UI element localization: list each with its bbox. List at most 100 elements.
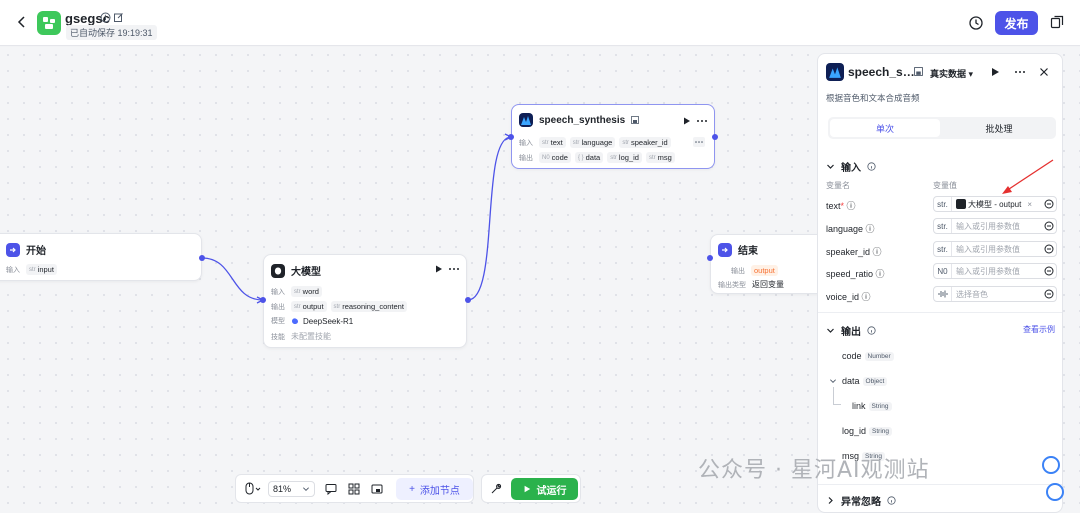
close-icon[interactable]: [1039, 67, 1049, 77]
input-section-header[interactable]: 输入: [826, 159, 876, 174]
divider: [818, 484, 1062, 485]
llm-input-handle[interactable]: [260, 297, 266, 303]
speed-ratio-field[interactable]: N0 输入或引用参数值: [933, 263, 1057, 279]
node-detail-panel: speech_s… 真实数据 ▾ 根据音色和文本合成音频 单次 批处理 输入 变…: [817, 53, 1063, 513]
speech-icon: [519, 113, 533, 127]
var-chip: N0 code: [539, 152, 571, 163]
comment-icon[interactable]: [325, 483, 337, 495]
skill-status: 未配置技能: [291, 332, 331, 341]
start-output-handle[interactable]: [199, 255, 205, 261]
chevron-down-icon: [303, 487, 309, 491]
assistant-icon[interactable]: [1042, 456, 1060, 474]
speech-icon: [826, 63, 844, 81]
info-icon: [887, 496, 896, 505]
voice-id-select[interactable]: 选择音色: [933, 286, 1057, 302]
mode-select[interactable]: 真实数据 ▾: [930, 67, 973, 80]
plus-icon: +: [409, 483, 415, 495]
save-icon[interactable]: [914, 67, 923, 76]
col-value-header: 变量值: [933, 181, 957, 190]
output-item: code Number: [842, 351, 894, 361]
clear-icon[interactable]: ×: [1027, 200, 1032, 209]
reference-picker-icon[interactable]: [1042, 287, 1056, 301]
field-label-speed-ratio: speed_ratio ⓘ: [826, 269, 885, 279]
node-title: 大模型: [291, 267, 321, 278]
var-chip: str text: [539, 137, 566, 148]
end-input-handle[interactable]: [707, 255, 713, 261]
row-label: 输入: [519, 139, 533, 147]
var-chip: str output: [291, 301, 327, 312]
row-label: 输入: [6, 266, 20, 274]
zoom-select[interactable]: 81%: [268, 481, 315, 497]
output-item: log_id String: [842, 426, 893, 436]
node-title: 开始: [26, 246, 46, 257]
field-label-speaker-id: speaker_id ⓘ: [826, 247, 882, 257]
reference-picker-icon[interactable]: [1042, 264, 1056, 278]
field-label-text: text* ⓘ: [826, 201, 856, 211]
more-icon[interactable]: [1014, 67, 1026, 77]
run-node-icon[interactable]: [434, 264, 444, 274]
reference-picker-icon[interactable]: [1042, 242, 1056, 256]
model-name: DeepSeek-R1: [303, 316, 354, 326]
llm-output-handle[interactable]: [465, 297, 471, 303]
row-label: 技能: [271, 333, 285, 341]
run-icon[interactable]: [990, 67, 1000, 77]
chevron-right-icon: [828, 497, 833, 504]
row-label: 模型: [271, 318, 285, 325]
divider: [818, 312, 1062, 313]
chevron-down-icon: [827, 328, 834, 333]
row-label: 输出: [519, 154, 533, 162]
output-section-header[interactable]: 输出: [826, 323, 876, 338]
chevron-down-icon[interactable]: [829, 377, 837, 385]
watermark: 公众号 · 星河AI观测站: [698, 458, 930, 483]
test-run-button[interactable]: 试运行: [511, 478, 578, 500]
annotation-arrow: [1002, 159, 1054, 194]
speech-output-handle[interactable]: [712, 134, 718, 140]
node-end[interactable]: 结束 输出 output 输出类型 返回变量: [710, 234, 830, 294]
info-icon: [867, 162, 876, 171]
speaker-id-field[interactable]: str. 输入或引用参数值: [933, 241, 1057, 257]
row-label: 输出类型: [718, 281, 746, 289]
field-label-language: language ⓘ: [826, 224, 875, 234]
speech-input-handle[interactable]: [508, 134, 514, 140]
var-chip: str language: [569, 137, 616, 148]
more-icon[interactable]: [696, 116, 708, 126]
run-toolbar: 试运行: [481, 474, 581, 503]
info-icon: [867, 326, 876, 335]
section-title: 输入: [841, 163, 861, 174]
waveform-icon: [934, 287, 952, 301]
text-field[interactable]: str. 大模型 - output ×: [933, 196, 1057, 212]
mouse-mode-icon[interactable]: [244, 482, 262, 496]
save-icon: [631, 116, 640, 124]
var-chip: str log_id: [607, 152, 642, 163]
more-inputs-icon[interactable]: [693, 137, 705, 147]
language-field[interactable]: str. 输入或引用参数值: [933, 218, 1057, 234]
section-title: 输出: [841, 327, 861, 338]
var-chip: output: [751, 265, 778, 276]
row-label: 输入: [271, 288, 285, 296]
layout-icon[interactable]: [348, 483, 360, 495]
node-title: 结束: [738, 246, 758, 257]
tab-batch[interactable]: 批处理: [944, 119, 1054, 137]
exception-section-header[interactable]: 异常忽略: [826, 493, 896, 508]
node-llm[interactable]: 大模型 输入 str word 输出 str output str reasoning…: [263, 254, 467, 348]
var-chip: str msg: [645, 152, 675, 163]
view-example-link[interactable]: 查看示例: [1023, 324, 1055, 335]
minimap-icon[interactable]: [371, 483, 383, 495]
run-node-icon[interactable]: [682, 116, 692, 126]
node-speech-synthesis[interactable]: speech_synthesis 输入 str text str language …: [511, 104, 715, 169]
deepseek-icon: [291, 317, 299, 325]
add-node-button[interactable]: + 添加节点: [396, 478, 473, 500]
more-icon[interactable]: [448, 264, 460, 274]
node-title: speech_synthesis: [539, 114, 626, 126]
reference-picker-icon[interactable]: [1042, 219, 1056, 233]
section-title: 异常忽略: [841, 497, 881, 508]
wrench-icon[interactable]: [490, 483, 502, 495]
node-start[interactable]: 开始 输入 str input: [0, 233, 202, 281]
reference-picker-icon[interactable]: [1042, 197, 1056, 211]
var-chip: str input: [26, 264, 57, 275]
play-icon: [524, 485, 530, 493]
assistant-icon[interactable]: [1046, 483, 1064, 501]
var-chip: str word: [291, 286, 322, 297]
tab-single[interactable]: 单次: [830, 119, 940, 137]
var-chip: str speaker_id: [619, 137, 671, 148]
